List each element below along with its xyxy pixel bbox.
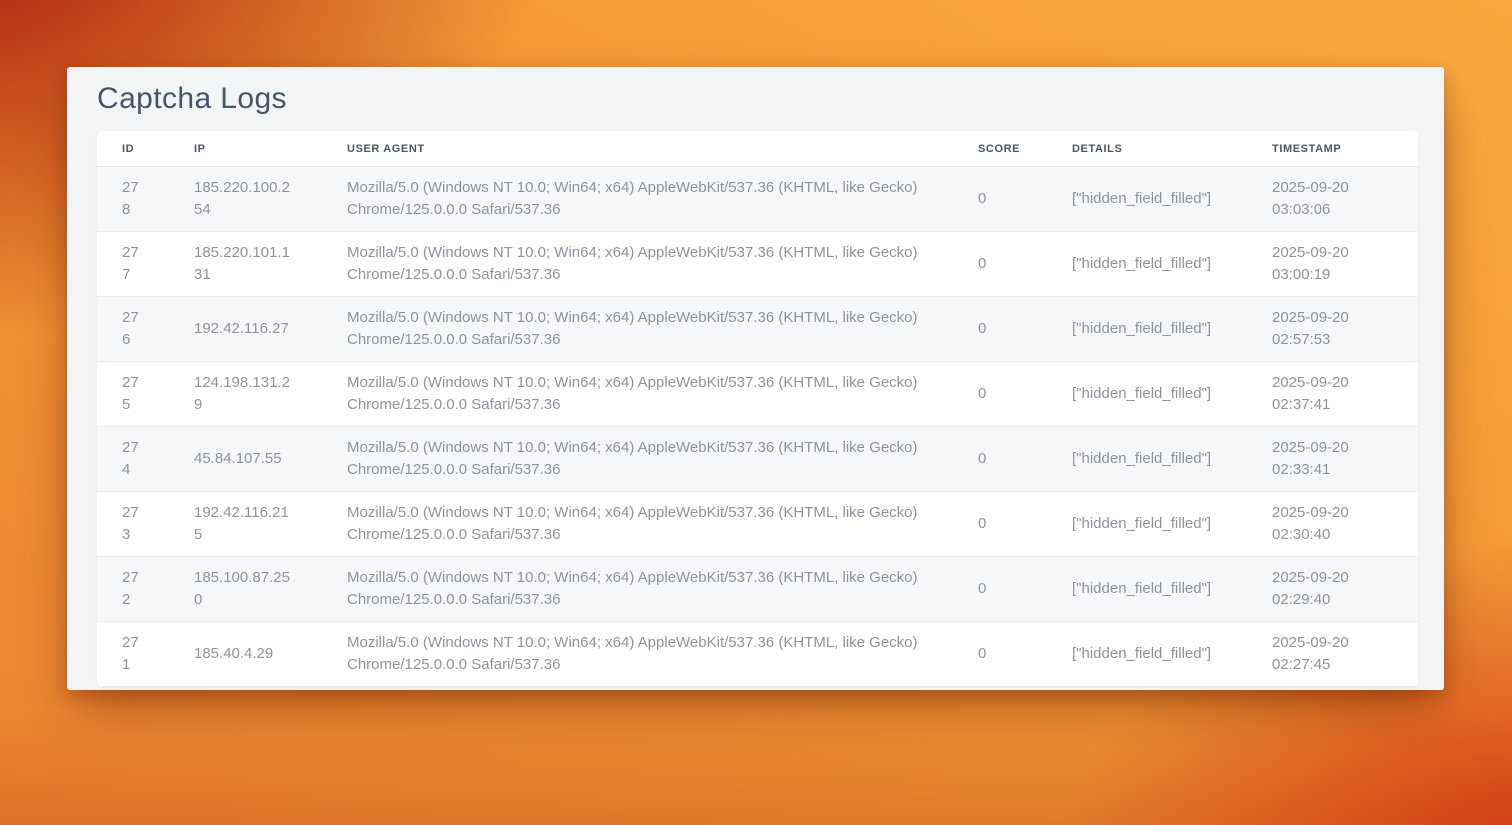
cell-user_agent: Mozilla/5.0 (Windows NT 10.0; Win64; x64…: [322, 427, 953, 492]
cell-ip: 185.40.4.29: [169, 622, 322, 687]
column-header-timestamp: TIMESTAMP: [1247, 131, 1418, 167]
cell-timestamp: 2025-09-20 02:29:40: [1247, 557, 1418, 622]
page-background: { "page": { "title": "Captcha Logs" }, "…: [0, 67, 1512, 825]
cell-id: 278: [97, 167, 169, 232]
cell-timestamp: 2025-09-20 02:33:41: [1247, 427, 1418, 492]
cell-score: 0: [953, 167, 1047, 232]
cell-details: ["hidden_field_filled"]: [1047, 362, 1247, 427]
table-body: 278185.220.100.254Mozilla/5.0 (Windows N…: [97, 167, 1418, 687]
cell-details: ["hidden_field_filled"]: [1047, 427, 1247, 492]
cell-user_agent: Mozilla/5.0 (Windows NT 10.0; Win64; x64…: [322, 232, 953, 297]
logs-table-container: IDIPUSER AGENTSCOREDETAILSTIMESTAMP 2781…: [97, 131, 1418, 687]
cell-ip: 185.100.87.250: [169, 557, 322, 622]
page-title: Captcha Logs: [97, 82, 1418, 116]
column-header-user_agent: USER AGENT: [322, 131, 953, 167]
table-row: 271185.40.4.29Mozilla/5.0 (Windows NT 10…: [97, 622, 1418, 687]
table-row: 278185.220.100.254Mozilla/5.0 (Windows N…: [97, 167, 1418, 232]
cell-id: 272: [97, 557, 169, 622]
cell-user_agent: Mozilla/5.0 (Windows NT 10.0; Win64; x64…: [322, 362, 953, 427]
cell-id: 274: [97, 427, 169, 492]
cell-details: ["hidden_field_filled"]: [1047, 492, 1247, 557]
column-header-id: ID: [97, 131, 169, 167]
table-row: 277185.220.101.131Mozilla/5.0 (Windows N…: [97, 232, 1418, 297]
cell-id: 275: [97, 362, 169, 427]
cell-timestamp: 2025-09-20 03:00:19: [1247, 232, 1418, 297]
cell-ip: 45.84.107.55: [169, 427, 322, 492]
cell-timestamp: 2025-09-20 02:27:45: [1247, 622, 1418, 687]
cell-id: 276: [97, 297, 169, 362]
cell-ip: 185.220.100.254: [169, 167, 322, 232]
logs-table: IDIPUSER AGENTSCOREDETAILSTIMESTAMP 2781…: [97, 131, 1418, 687]
cell-user_agent: Mozilla/5.0 (Windows NT 10.0; Win64; x64…: [322, 167, 953, 232]
cell-score: 0: [953, 232, 1047, 297]
cell-timestamp: 2025-09-20 02:37:41: [1247, 362, 1418, 427]
cell-ip: 124.198.131.29: [169, 362, 322, 427]
cell-id: 277: [97, 232, 169, 297]
cell-user_agent: Mozilla/5.0 (Windows NT 10.0; Win64; x64…: [322, 297, 953, 362]
cell-ip: 192.42.116.215: [169, 492, 322, 557]
cell-id: 271: [97, 622, 169, 687]
cell-timestamp: 2025-09-20 02:30:40: [1247, 492, 1418, 557]
cell-timestamp: 2025-09-20 03:03:06: [1247, 167, 1418, 232]
cell-id: 273: [97, 492, 169, 557]
cell-details: ["hidden_field_filled"]: [1047, 167, 1247, 232]
captcha-logs-card: Captcha Logs IDIPUSER AGENTSCOREDETAILST…: [67, 67, 1444, 690]
column-header-details: DETAILS: [1047, 131, 1247, 167]
cell-details: ["hidden_field_filled"]: [1047, 557, 1247, 622]
cell-score: 0: [953, 297, 1047, 362]
table-row: 27445.84.107.55Mozilla/5.0 (Windows NT 1…: [97, 427, 1418, 492]
cell-score: 0: [953, 492, 1047, 557]
cell-timestamp: 2025-09-20 02:57:53: [1247, 297, 1418, 362]
cell-details: ["hidden_field_filled"]: [1047, 297, 1247, 362]
cell-ip: 185.220.101.131: [169, 232, 322, 297]
cell-user_agent: Mozilla/5.0 (Windows NT 10.0; Win64; x64…: [322, 622, 953, 687]
cell-score: 0: [953, 622, 1047, 687]
table-header-row: IDIPUSER AGENTSCOREDETAILSTIMESTAMP: [97, 131, 1418, 167]
cell-score: 0: [953, 557, 1047, 622]
cell-details: ["hidden_field_filled"]: [1047, 232, 1247, 297]
column-header-ip: IP: [169, 131, 322, 167]
cell-user_agent: Mozilla/5.0 (Windows NT 10.0; Win64; x64…: [322, 492, 953, 557]
table-row: 273192.42.116.215Mozilla/5.0 (Windows NT…: [97, 492, 1418, 557]
cell-user_agent: Mozilla/5.0 (Windows NT 10.0; Win64; x64…: [322, 557, 953, 622]
table-row: 275124.198.131.29Mozilla/5.0 (Windows NT…: [97, 362, 1418, 427]
table-header: IDIPUSER AGENTSCOREDETAILSTIMESTAMP: [97, 131, 1418, 167]
cell-details: ["hidden_field_filled"]: [1047, 622, 1247, 687]
cell-score: 0: [953, 362, 1047, 427]
cell-ip: 192.42.116.27: [169, 297, 322, 362]
table-row: 272185.100.87.250Mozilla/5.0 (Windows NT…: [97, 557, 1418, 622]
column-header-score: SCORE: [953, 131, 1047, 167]
cell-score: 0: [953, 427, 1047, 492]
table-row: 276192.42.116.27Mozilla/5.0 (Windows NT …: [97, 297, 1418, 362]
